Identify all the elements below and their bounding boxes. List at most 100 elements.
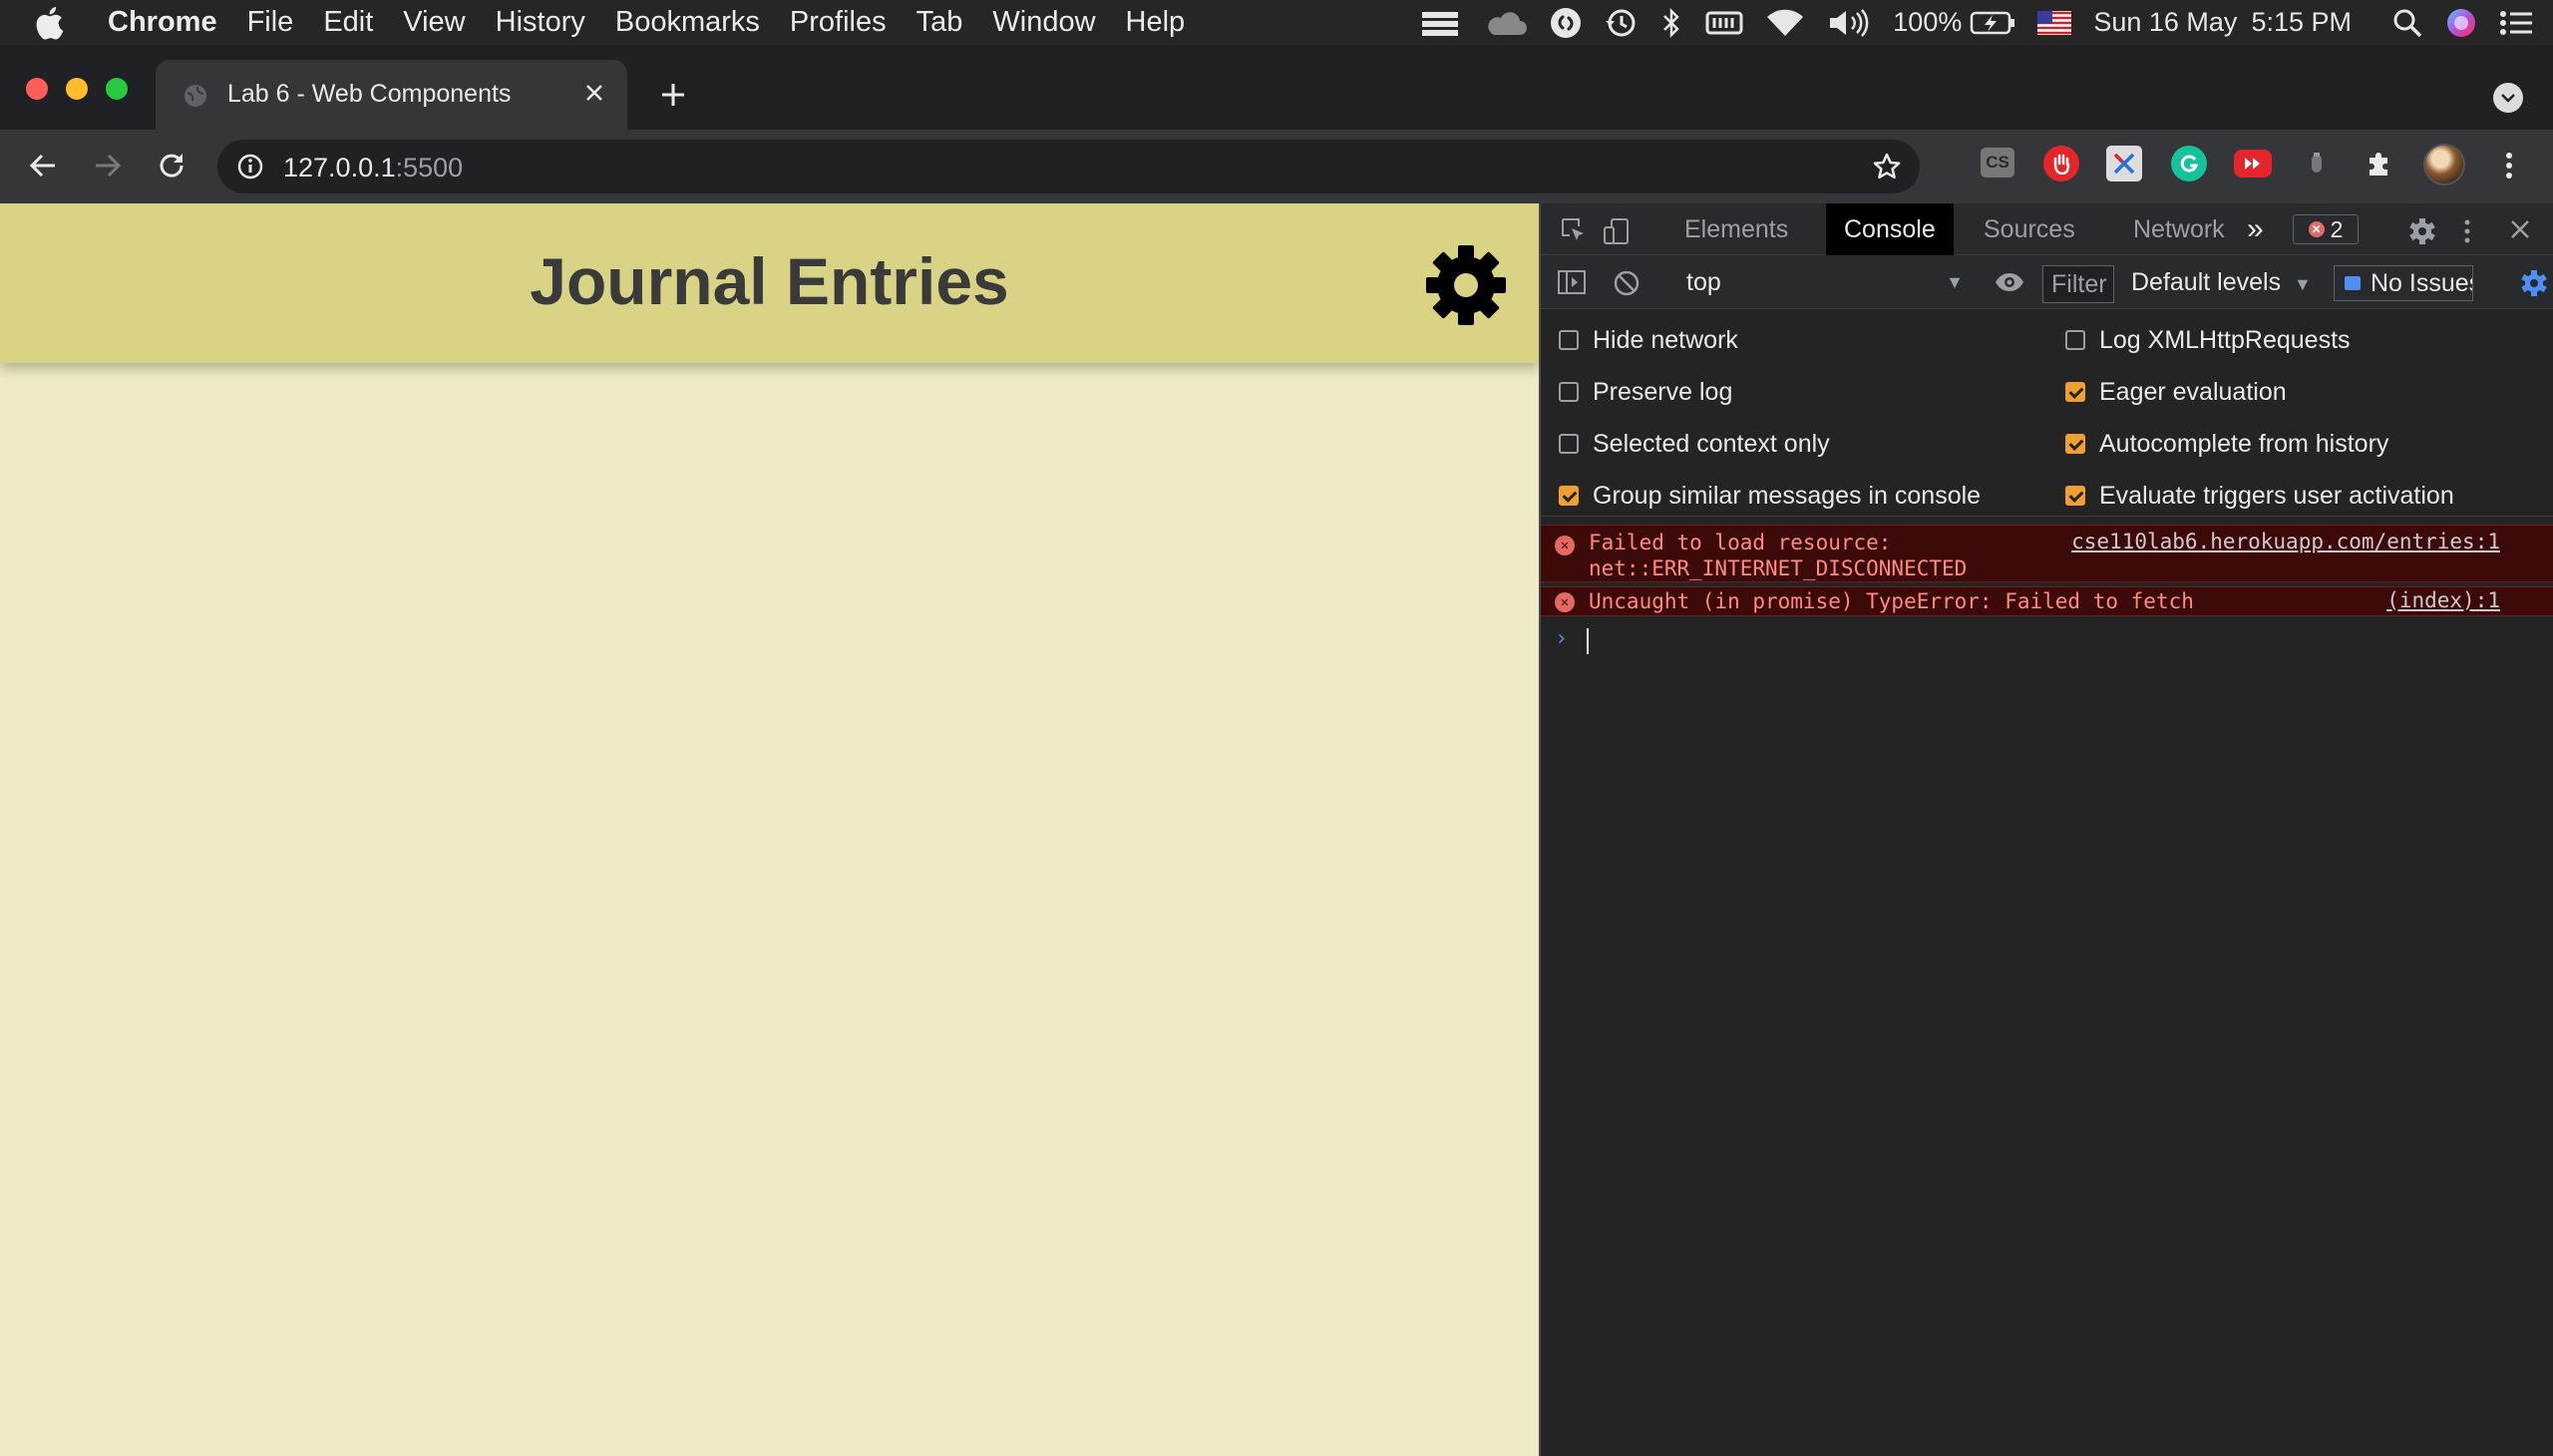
drive-icon[interactable]: [1420, 8, 1460, 38]
error-count-badge[interactable]: ✕ 2: [2293, 214, 2359, 244]
menu-file[interactable]: File: [247, 6, 294, 39]
extension-stop-hand-icon[interactable]: [2043, 146, 2079, 182]
menu-profiles[interactable]: Profiles: [790, 6, 887, 39]
siri-icon[interactable]: [2445, 7, 2477, 39]
clear-console-icon[interactable]: [1613, 269, 1641, 302]
tab-strip: Lab 6 - Web Components: [0, 45, 2553, 130]
extensions-puzzle-icon[interactable]: [2362, 146, 2397, 182]
close-tab-icon[interactable]: [583, 82, 605, 109]
tab-elements[interactable]: Elements: [1666, 203, 1806, 255]
checkbox[interactable]: [2065, 330, 2085, 350]
chrome-menu-kebab-icon[interactable]: [2499, 150, 2519, 186]
issues-label: No Issues: [2371, 269, 2473, 297]
settings-gear-icon[interactable]: [1424, 243, 1508, 332]
console-sidebar-icon[interactable]: [1557, 269, 1587, 300]
extension-grammarly-icon[interactable]: [2171, 146, 2207, 182]
globe-favicon-icon: [183, 84, 207, 113]
tab-console[interactable]: Console: [1826, 203, 1954, 255]
reload-icon[interactable]: [156, 150, 187, 186]
menu-window[interactable]: Window: [992, 6, 1095, 39]
live-expression-eye-icon[interactable]: [1994, 271, 2025, 298]
battery-icon[interactable]: [1970, 10, 2015, 36]
cloud-icon[interactable]: [1482, 9, 1528, 37]
checkbox[interactable]: [1559, 330, 1579, 350]
menu-edit[interactable]: Edit: [323, 6, 373, 39]
menu-view[interactable]: View: [403, 6, 465, 39]
address-bar[interactable]: 127.0.0.1:5500: [217, 140, 1920, 193]
menu-app-chrome[interactable]: Chrome: [108, 6, 217, 39]
new-tab-icon[interactable]: [659, 81, 687, 114]
selected-context-only-option[interactable]: Selected context only: [1559, 429, 1830, 459]
menu-history[interactable]: History: [496, 6, 585, 39]
window-zoom-button[interactable]: [106, 78, 128, 100]
volume-icon[interactable]: [1827, 8, 1871, 38]
notification-center-icon[interactable]: [2499, 9, 2533, 37]
console-error-message: ✕ Failed to load resource: net::ERR_INTE…: [1541, 525, 2553, 582]
wifi-icon[interactable]: [1765, 8, 1805, 38]
browser-tab[interactable]: Lab 6 - Web Components: [156, 60, 627, 130]
extension-tools-icon[interactable]: [2106, 146, 2142, 182]
error-icon: ✕: [1555, 592, 1575, 612]
more-tabs-button[interactable]: »: [2229, 203, 2282, 255]
shazam-icon[interactable]: [1550, 7, 1582, 39]
back-arrow-icon[interactable]: [27, 150, 59, 186]
group-similar-option[interactable]: Group similar messages in console: [1559, 481, 1981, 511]
menu-tab[interactable]: Tab: [916, 6, 963, 39]
checkbox-checked[interactable]: [2065, 486, 2085, 506]
time-machine-icon[interactable]: [1604, 7, 1638, 39]
battery-percent[interactable]: 100%: [1893, 7, 1962, 38]
log-levels-value: Default levels: [2131, 268, 2282, 296]
device-toolbar-icon[interactable]: [1603, 217, 1631, 250]
bookmark-star-icon[interactable]: [1872, 152, 1902, 186]
window-minimize-button[interactable]: [66, 78, 88, 100]
bluetooth-icon[interactable]: [1659, 7, 1683, 39]
tab-network[interactable]: Network: [2115, 203, 2243, 255]
window-close-button[interactable]: [26, 78, 48, 100]
devtools-close-icon[interactable]: [2508, 217, 2532, 246]
console-input-caret[interactable]: [1587, 628, 1589, 654]
inspect-element-icon[interactable]: [1561, 217, 1587, 248]
devtools-panel: Elements Console Sources Network » ✕ 2 t…: [1539, 203, 2553, 1456]
error-icon: ✕: [1555, 536, 1575, 555]
apple-menu-icon[interactable]: [34, 6, 74, 40]
spotlight-icon[interactable]: [2391, 7, 2423, 39]
us-flag-icon[interactable]: [2037, 10, 2072, 35]
menubar-date[interactable]: Sun 16 May: [2093, 7, 2237, 38]
profile-avatar[interactable]: [2423, 144, 2465, 185]
menu-help[interactable]: Help: [1126, 6, 1186, 39]
url-text[interactable]: 127.0.0.1:5500: [283, 153, 463, 183]
console-output[interactable]: ✕ Failed to load resource: net::ERR_INTE…: [1541, 517, 2553, 1456]
preserve-log-option[interactable]: Preserve log: [1559, 377, 1732, 407]
eager-evaluation-option[interactable]: Eager evaluation: [2065, 377, 2287, 407]
devtools-settings-gear-icon[interactable]: [2408, 217, 2436, 250]
extension-tube-icon[interactable]: [2299, 146, 2335, 182]
menu-bookmarks[interactable]: Bookmarks: [615, 6, 760, 39]
checkbox[interactable]: [1559, 434, 1579, 454]
error-source-link[interactable]: (index):1: [2386, 588, 2500, 612]
menubar-time[interactable]: 5:15 PM: [2251, 7, 2352, 38]
checkbox-checked[interactable]: [2065, 434, 2085, 454]
console-settings-gear-icon[interactable]: [2520, 269, 2548, 302]
tab-sources[interactable]: Sources: [1966, 203, 2093, 255]
hide-network-option[interactable]: Hide network: [1559, 325, 1738, 355]
console-filter-input[interactable]: Filter: [2042, 265, 2114, 303]
issues-button[interactable]: No Issues: [2334, 265, 2473, 301]
checkbox-checked[interactable]: [2065, 382, 2085, 402]
site-info-icon[interactable]: [237, 154, 263, 184]
context-selector[interactable]: top ▼: [1670, 265, 1980, 299]
checkbox-checked[interactable]: [1559, 486, 1579, 506]
page-header: Journal Entries: [0, 203, 1539, 363]
log-levels-selector[interactable]: Default levels ▼: [2131, 265, 2312, 299]
extension-youtube-icon[interactable]: [2234, 150, 2272, 178]
checkbox[interactable]: [1559, 382, 1579, 402]
browser-toolbar: 127.0.0.1:5500 CS: [0, 130, 2553, 203]
extension-cs-icon[interactable]: CS: [1981, 148, 2014, 178]
devtools-menu-kebab-icon[interactable]: [2460, 217, 2474, 250]
forward-arrow-icon[interactable]: [92, 150, 124, 186]
log-xhr-option[interactable]: Log XMLHttpRequests: [2065, 325, 2351, 355]
memory-icon[interactable]: [1705, 9, 1743, 37]
tab-search-icon[interactable]: [2493, 83, 2523, 113]
autocomplete-history-option[interactable]: Autocomplete from history: [2065, 429, 2388, 459]
evaluate-triggers-option[interactable]: Evaluate triggers user activation: [2065, 481, 2454, 511]
error-source-link[interactable]: cse110lab6.herokuapp.com/entries:1: [2071, 530, 2500, 553]
